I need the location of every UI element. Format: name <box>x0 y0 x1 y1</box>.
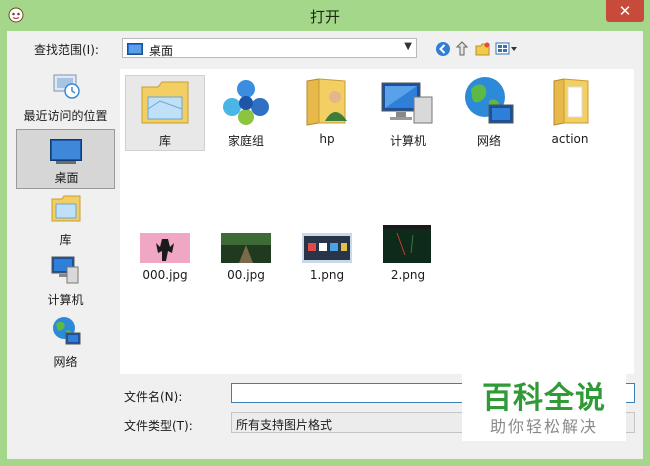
library-icon <box>51 195 81 222</box>
image-thumbnail-icon <box>383 225 431 263</box>
chevron-down-icon: ▼ <box>404 41 412 52</box>
image-thumbnail-icon <box>221 233 271 263</box>
place-recent[interactable]: 最近访问的位置 <box>16 69 115 129</box>
folder-icon <box>553 78 589 126</box>
place-label: 桌面 <box>54 171 79 185</box>
image-thumbnail-icon <box>140 233 190 263</box>
dialog-client: 查找范围(I): 桌面 ▼ 最近访问的位置 桌面 库 计算机 网络 库 家庭组 … <box>7 31 643 459</box>
watermark-subtitle: 助你轻松解决 <box>489 417 598 436</box>
desktop-icon <box>127 43 143 55</box>
window-title: 打开 <box>309 8 340 26</box>
place-label: 计算机 <box>47 293 84 307</box>
place-network[interactable]: 网络 <box>16 315 115 375</box>
place-label: 库 <box>59 233 72 247</box>
desktop-icon <box>50 139 82 164</box>
homegroup-icon <box>223 80 269 125</box>
file-type-label: 文件类型(T): <box>124 419 193 433</box>
network-icon <box>53 317 81 345</box>
file-type-value: 所有支持图片格式 <box>236 418 333 432</box>
library-folder-icon <box>141 81 189 124</box>
view-menu-icon[interactable] <box>495 41 519 57</box>
place-label: 最近访问的位置 <box>23 109 108 123</box>
network-icon <box>465 77 514 124</box>
look-in-value: 桌面 <box>149 44 174 58</box>
file-list: 库 家庭组 hp 计算机 网络 action 000.jpg 00.jpg 1.… <box>120 69 634 374</box>
look-in-label: 查找范围(I): <box>34 43 99 57</box>
place-library[interactable]: 库 <box>16 191 115 251</box>
place-computer[interactable]: 计算机 <box>16 253 115 313</box>
places-bar: 最近访问的位置 桌面 库 计算机 网络 <box>16 69 115 377</box>
watermark: 百科全说 助你轻松解决 <box>462 369 626 441</box>
computer-icon <box>381 82 433 124</box>
close-button[interactable]: ✕ <box>606 0 644 22</box>
up-folder-icon[interactable] <box>455 41 471 57</box>
place-desktop[interactable]: 桌面 <box>16 129 115 189</box>
image-thumbnail-icon <box>302 233 352 263</box>
back-icon[interactable] <box>435 41 451 57</box>
watermark-title: 百科全说 <box>482 381 606 416</box>
title-bar: 打开 ✕ <box>0 0 650 31</box>
place-label: 网络 <box>53 355 78 369</box>
recent-places-icon <box>53 74 80 99</box>
computer-icon <box>51 256 79 284</box>
look-in-dropdown[interactable]: 桌面 ▼ <box>122 38 417 58</box>
new-folder-icon[interactable] <box>475 41 491 57</box>
file-name-label: 文件名(N): <box>124 390 183 404</box>
user-folder-icon <box>306 78 347 126</box>
